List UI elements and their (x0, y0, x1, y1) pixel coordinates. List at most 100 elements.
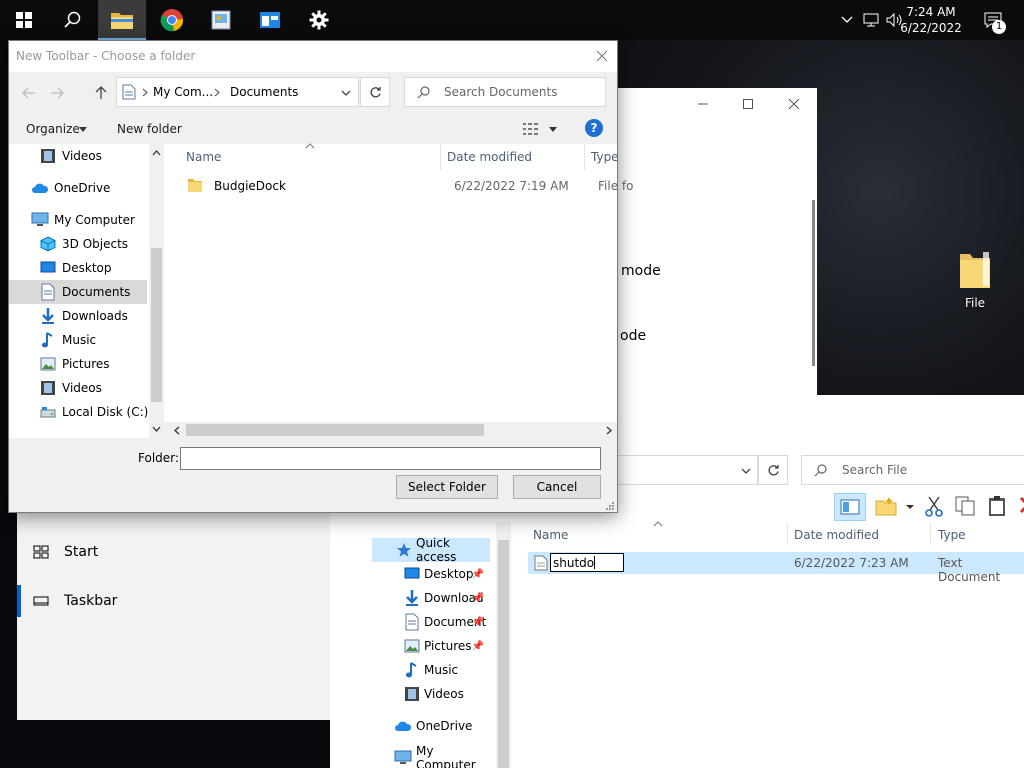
address-bar[interactable]: My Com... Documents (116, 77, 359, 107)
window-app-icon (260, 12, 280, 28)
table-row[interactable]: shutdo 6/22/2022 7:23 AM Text Document (528, 552, 1024, 584)
chevron-down-icon[interactable] (341, 88, 351, 98)
select-folder-label: Select Folder (408, 480, 486, 494)
explorer-refresh-button[interactable] (758, 455, 788, 485)
explorer-address-bar[interactable] (612, 455, 758, 485)
rename-input[interactable]: shutdo (550, 553, 624, 572)
folder-icon (188, 179, 202, 192)
nav-item-documents[interactable]: Documents (9, 280, 147, 304)
horizontal-scrollbar[interactable] (169, 422, 617, 438)
select-folder-button[interactable]: Select Folder (396, 475, 498, 499)
chrome-taskbar-button[interactable] (148, 0, 196, 40)
onedrive-icon (395, 721, 412, 731)
help-button[interactable]: ? (585, 119, 603, 137)
pin-icon: 📌 (471, 616, 484, 628)
refresh-icon (370, 86, 381, 97)
up-button[interactable] (91, 83, 111, 103)
column-header-date[interactable]: Date modified (447, 150, 532, 164)
breadcrumb-documents[interactable]: Documents (230, 85, 298, 99)
column-header-name[interactable]: Name (533, 528, 568, 542)
search-button[interactable] (48, 0, 96, 40)
table-row[interactable]: BudgieDock 6/22/2022 7:19 AM File fo (180, 174, 633, 198)
maximize-button[interactable] (725, 92, 771, 116)
nav-item-pictures[interactable]: Pictures (9, 352, 149, 376)
back-button[interactable] (19, 83, 39, 103)
nav-item-local-disk[interactable]: Local Disk (C:) (9, 400, 149, 424)
forward-button[interactable] (47, 83, 67, 103)
nav-item-pictures[interactable]: Pictures 📌 (372, 634, 490, 658)
close-button[interactable] (771, 92, 817, 116)
sort-up-icon (653, 521, 663, 527)
settings-item-taskbar[interactable]: Taskbar (17, 577, 338, 625)
explorer-search-box[interactable]: Search File (801, 455, 1024, 485)
network-button[interactable] (860, 0, 882, 40)
preview-pane-button[interactable] (834, 493, 866, 521)
settings-scrollbar[interactable] (812, 200, 815, 366)
nav-label: Music (424, 663, 459, 677)
settings-taskbar-button[interactable] (295, 0, 343, 40)
start-button[interactable] (0, 0, 48, 40)
nav-item-3d-objects[interactable]: 3D Objects (9, 232, 149, 256)
nav-item-videos[interactable]: Videos (372, 682, 490, 706)
minimize-button[interactable] (680, 92, 726, 116)
nav-item-videos-2[interactable]: Videos (9, 376, 149, 400)
scroll-thumb[interactable] (498, 540, 509, 768)
scroll-thumb[interactable] (151, 248, 162, 402)
desktop-icon (40, 261, 56, 273)
navigation-scrollbar[interactable] (149, 144, 164, 438)
copy-button[interactable] (954, 495, 978, 519)
column-header-type[interactable]: Type (591, 150, 619, 164)
cut-button[interactable] (924, 495, 946, 519)
view-options-button[interactable] (519, 118, 559, 140)
folder-input[interactable] (180, 447, 601, 470)
breadcrumb-my-computer[interactable]: My Com... (153, 85, 213, 99)
nav-label: My Computer (416, 744, 476, 768)
paste-button[interactable] (986, 495, 1010, 519)
scroll-thumb[interactable] (186, 424, 484, 436)
taskbar-clock[interactable]: 7:24 AM 6/22/2022 (896, 4, 966, 36)
cut-icon (925, 496, 943, 517)
nav-item-downloads[interactable]: Download 📌 (372, 586, 490, 610)
show-hidden-icons-button[interactable] (838, 0, 856, 40)
desktop-file-icon[interactable]: File (950, 246, 1000, 312)
nav-item-my-computer[interactable]: My Computer (9, 208, 149, 232)
explorer-nav-scrollbar[interactable] (496, 522, 511, 768)
windows-icon (16, 12, 32, 28)
refresh-button[interactable] (360, 77, 390, 107)
pin-icon: 📌 (471, 568, 484, 580)
app-taskbar-button[interactable] (246, 0, 294, 40)
dialog-close-button[interactable] (587, 41, 617, 71)
new-folder-button[interactable] (874, 495, 918, 519)
organize-button[interactable]: Organize (19, 118, 91, 140)
nav-item-downloads[interactable]: Downloads (9, 304, 149, 328)
nav-item-desktop[interactable]: Desktop 📌 (372, 562, 490, 586)
delete-button[interactable] (1018, 495, 1024, 519)
preview-pane-icon (840, 499, 860, 515)
cancel-button[interactable]: Cancel (513, 475, 601, 499)
music-icon (42, 332, 53, 348)
paint-taskbar-button[interactable] (197, 0, 245, 40)
nav-item-videos[interactable]: Videos (9, 144, 149, 168)
nav-item-quick-access[interactable]: Quick access (372, 536, 490, 564)
nav-item-desktop[interactable]: Desktop (9, 256, 149, 280)
nav-item-documents[interactable]: Document 📌 (372, 610, 490, 634)
column-header-date[interactable]: Date modified (794, 528, 879, 542)
nav-item-music[interactable]: Music (372, 658, 490, 682)
nav-item-onedrive[interactable]: OneDrive (372, 714, 490, 738)
row-type: Text Document (938, 556, 1001, 584)
nav-item-onedrive[interactable]: OneDrive (9, 176, 149, 200)
nav-item-my-computer[interactable]: My Computer (372, 744, 496, 768)
nav-item-music[interactable]: Music (9, 328, 149, 352)
new-folder-button[interactable]: New folder (111, 118, 189, 140)
file-explorer-taskbar-button[interactable] (98, 0, 146, 40)
folder-icon (960, 252, 990, 288)
search-box[interactable]: Search Documents (404, 77, 606, 107)
settings-item-start[interactable]: Start (17, 528, 338, 576)
nav-label: Pictures (62, 357, 110, 371)
dialog-title-bar[interactable]: New Toolbar - Choose a folder (9, 41, 617, 72)
column-header-name[interactable]: Name (186, 150, 221, 164)
3d-objects-icon (40, 236, 56, 252)
resize-grip-icon[interactable] (605, 501, 615, 511)
column-header-type[interactable]: Type (938, 528, 966, 542)
action-center-button[interactable]: 1 (978, 0, 1008, 40)
